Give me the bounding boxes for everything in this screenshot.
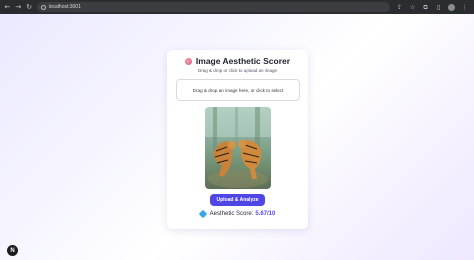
reload-icon[interactable]: ↻ <box>26 3 33 11</box>
scorer-card: Image Aesthetic Scorer Drag & drop or cl… <box>167 50 308 229</box>
page-title: Image Aesthetic Scorer <box>195 56 291 66</box>
sidebar-icon[interactable]: ▯ <box>435 4 442 11</box>
share-icon[interactable]: ⇪ <box>396 4 403 11</box>
upload-analyze-button[interactable]: Upload & Analyze <box>210 194 265 206</box>
forward-icon[interactable]: → <box>15 3 22 11</box>
address-bar[interactable]: localhost:3001 <box>36 2 391 12</box>
title-row: Image Aesthetic Scorer <box>167 56 308 66</box>
extensions-icon[interactable]: ⧉ <box>422 4 429 11</box>
page-background: Image Aesthetic Scorer Drag & drop or cl… <box>0 14 474 260</box>
tiger-photo-image <box>205 107 271 188</box>
page-subtitle: Drag & drop or click to upload an image <box>197 68 278 73</box>
site-info-icon[interactable] <box>40 4 46 10</box>
image-dropzone[interactable]: Drag & drop an image here, or click to s… <box>176 79 300 101</box>
diamond-icon <box>198 209 207 219</box>
uploaded-image-preview <box>205 107 271 189</box>
menu-icon[interactable]: ⋮ <box>461 4 468 11</box>
url-text: localhost:3001 <box>48 4 81 10</box>
back-icon[interactable]: ← <box>4 3 11 11</box>
dropzone-text: Drag & drop an image here, or click to s… <box>192 87 284 93</box>
bookmark-star-icon[interactable]: ☆ <box>409 4 416 11</box>
dev-tools-badge[interactable]: N <box>7 245 18 256</box>
brain-icon <box>184 57 192 65</box>
score-label: Aesthetic Score: <box>209 211 254 217</box>
browser-toolbar: ← → ↻ localhost:3001 ⇪ ☆ ⧉ ▯ ⋮ <box>0 0 474 14</box>
aesthetic-score: Aesthetic Score: 5.67/10 <box>167 209 308 219</box>
score-value: 5.67/10 <box>255 211 276 217</box>
profile-icon[interactable] <box>448 3 456 11</box>
